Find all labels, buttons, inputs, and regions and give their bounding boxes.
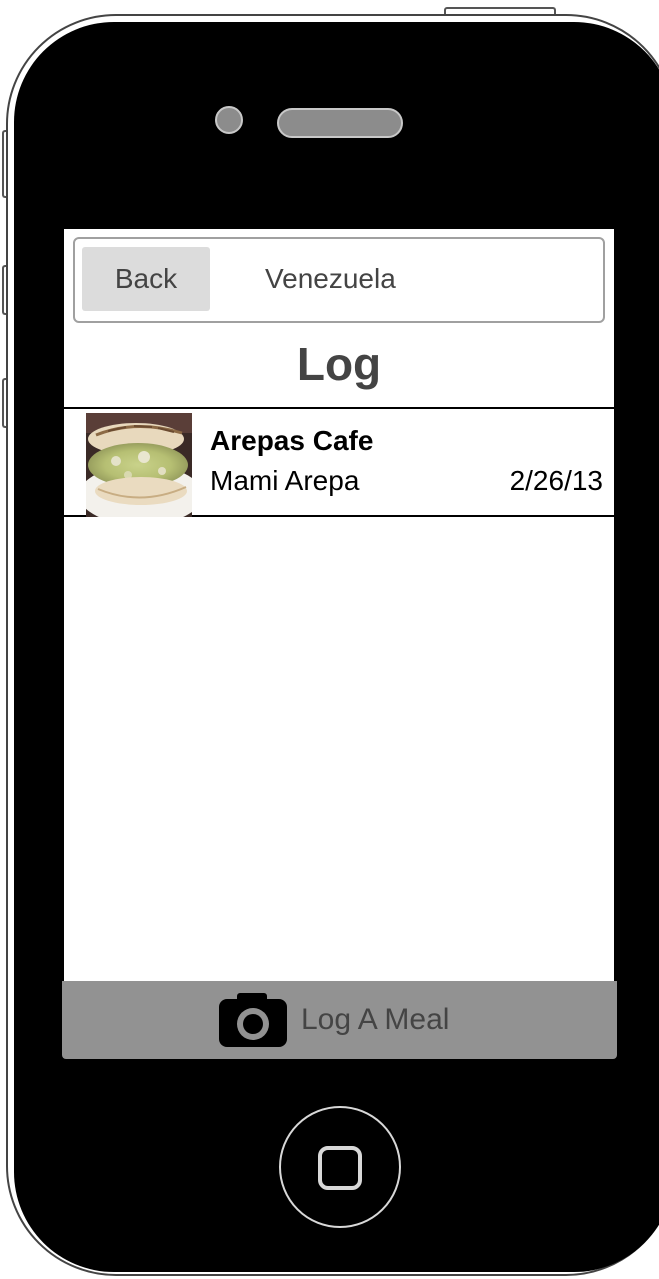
- log-date: 2/26/13: [509, 465, 603, 496]
- front-camera: [215, 106, 243, 134]
- dish-name: Mami Arepa: [210, 465, 360, 496]
- app-screen: Back Venezuela Log Arepas Cafe Mami Arep…: [64, 229, 614, 981]
- earpiece-speaker: [277, 108, 403, 138]
- home-button[interactable]: [279, 1106, 401, 1228]
- navigation-bar: Back Venezuela: [73, 237, 605, 323]
- nav-title: Venezuela: [265, 263, 396, 294]
- home-square-icon: [318, 1146, 362, 1190]
- camera-icon: [219, 993, 287, 1047]
- list-item[interactable]: Arepas Cafe Mami Arepa 2/26/13: [64, 407, 614, 517]
- back-button[interactable]: Back: [82, 247, 210, 311]
- phone-mockup: Back Venezuela Log Arepas Cafe Mami Arep…: [0, 0, 659, 1279]
- page-title: Log: [296, 338, 382, 390]
- restaurant-name: Arepas Cafe: [210, 425, 374, 456]
- log-list: Arepas Cafe Mami Arepa 2/26/13: [64, 407, 614, 517]
- log-a-meal-button[interactable]: Log A Meal: [62, 981, 617, 1059]
- log-a-meal-label: Log A Meal: [301, 1003, 450, 1036]
- arepa-photo: [86, 413, 192, 517]
